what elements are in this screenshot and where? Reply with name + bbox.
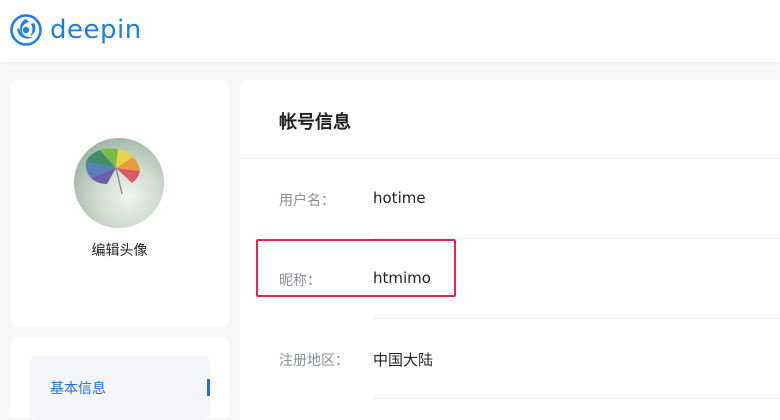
deepin-logo-icon bbox=[10, 14, 42, 46]
divider bbox=[373, 398, 780, 399]
field-row-region: 注册地区： 中国大陆 bbox=[240, 319, 780, 399]
sidebar-nav: 基本信息 bbox=[10, 338, 229, 420]
username-label: 用户名： bbox=[279, 193, 335, 209]
field-row-username: 用户名： hotime bbox=[240, 159, 780, 239]
section-title: 帐号信息 bbox=[279, 112, 351, 133]
logo-text: deepin bbox=[50, 15, 142, 45]
top-bar: deepin bbox=[0, 0, 780, 62]
profile-card: 编辑头像 bbox=[10, 80, 229, 326]
avatar-umbrella-image bbox=[74, 138, 164, 228]
edit-avatar-link[interactable]: 编辑头像 bbox=[10, 240, 229, 260]
region-label: 注册地区： bbox=[279, 353, 349, 369]
field-row-nickname: 昵称： htmimo bbox=[240, 239, 780, 319]
active-indicator bbox=[207, 379, 210, 396]
sidebar-item-basic-info[interactable]: 基本信息 bbox=[30, 356, 210, 420]
region-value: 中国大陆 bbox=[373, 351, 434, 369]
highlight-box bbox=[256, 239, 456, 297]
username-value: hotime bbox=[373, 189, 426, 207]
deepin-logo[interactable]: deepin bbox=[10, 13, 142, 47]
avatar[interactable] bbox=[74, 138, 164, 228]
sidebar-item-label: 基本信息 bbox=[50, 381, 106, 397]
account-info-card: 帐号信息 用户名： hotime 昵称： htmimo 注册地区： 中国大陆 bbox=[240, 80, 780, 420]
